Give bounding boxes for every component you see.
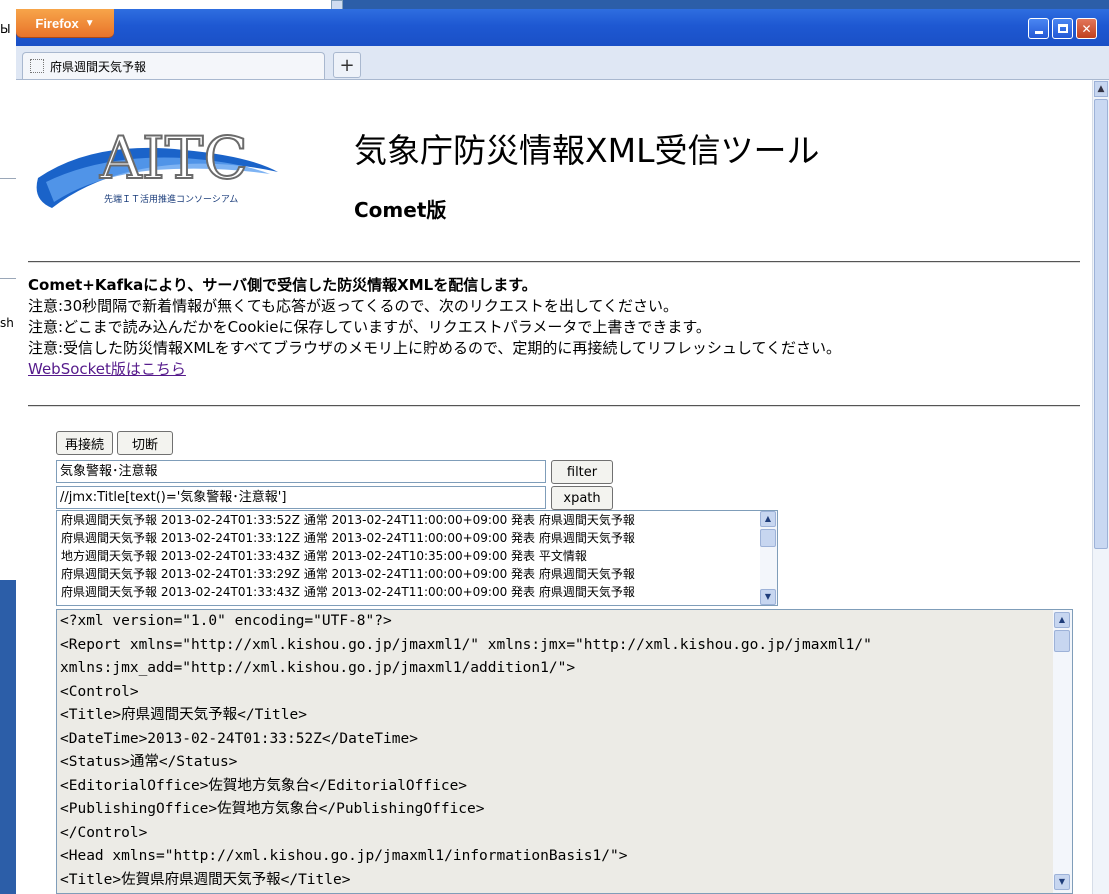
minimize-icon — [1034, 31, 1043, 34]
maximize-icon — [1057, 24, 1068, 33]
divider — [28, 261, 1080, 263]
note-line: 注意:受信した防災情報XMLをすべてブラウザのメモリ上に貯めるので、定期的に再接… — [28, 339, 842, 357]
firefox-window: Firefox ▼ ✕ 府県週間天気予報 + AITC 先端ＩＴ活用推進コンソー… — [16, 9, 1109, 894]
tab-current[interactable]: 府県週間天気予報 — [22, 52, 325, 79]
xml-viewer[interactable]: <?xml version="1.0" encoding="UTF-8"?> <… — [56, 609, 1073, 894]
firefox-button-label: Firefox — [35, 15, 79, 31]
page-scrollbar[interactable]: ▲ — [1092, 80, 1109, 894]
background-text-fragment: Ы — [0, 22, 11, 36]
note-line: 注意:30秒間隔で新着情報が無くても応答が返ってくるので、次のリクエストを出して… — [28, 297, 678, 315]
xml-line: <Report xmlns="http://xml.kishou.go.jp/j… — [60, 636, 872, 653]
background-text-fragment: sh — [0, 316, 14, 330]
list-item[interactable]: 府県週間天気予報 2013-02-24T01:33:43Z 通常 2013-02… — [57, 583, 777, 601]
logo-subtext: 先端ＩＴ活用推進コンソーシアム — [104, 193, 238, 205]
firefox-menu-button[interactable]: Firefox ▼ — [16, 9, 114, 37]
xpath-button[interactable]: xpath — [551, 486, 613, 510]
tab-bar: 府県週間天気予報 + — [16, 46, 1109, 80]
list-scrollbar[interactable]: ▲ ▼ — [760, 511, 777, 605]
divider — [28, 405, 1080, 407]
xml-line: <Title>府県週間天気予報</Title> — [60, 707, 307, 723]
scroll-up-icon[interactable]: ▲ — [1094, 81, 1108, 97]
scroll-up-icon[interactable]: ▲ — [1054, 612, 1070, 628]
filter-input[interactable]: 気象警報･注意報 — [56, 460, 546, 483]
aitc-logo: AITC 先端ＩＴ活用推進コンソーシアム — [36, 123, 278, 208]
note-line: 注意:どこまで読み込んだかをCookieに保存していますが、リクエストパラメータ… — [28, 318, 711, 336]
scroll-thumb[interactable] — [760, 529, 776, 547]
list-item[interactable]: 府県週間天気予報 2013-02-24T01:33:12Z 通常 2013-02… — [57, 529, 777, 547]
scroll-thumb[interactable] — [1094, 99, 1108, 549]
xml-line: <DateTime>2013-02-24T01:33:52Z</DateTime… — [60, 730, 418, 747]
list-item[interactable]: 地方週間天気予報 2013-02-24T01:33:43Z 通常 2013-02… — [57, 547, 777, 565]
xml-line: <?xml version="1.0" encoding="UTF-8"?> — [60, 613, 392, 629]
message-list[interactable]: 府県週間天気予報 2013-02-24T01:33:52Z 通常 2013-02… — [56, 510, 778, 606]
xml-line: <Control> — [60, 683, 139, 700]
xml-line: <Title>佐賀県府県週間天気予報</Title> — [60, 871, 351, 888]
scroll-up-icon[interactable]: ▲ — [760, 511, 776, 527]
reconnect-button[interactable]: 再接続 — [56, 431, 113, 455]
plus-icon: + — [339, 54, 355, 76]
disconnect-button[interactable]: 切断 — [117, 431, 173, 455]
new-tab-button[interactable]: + — [333, 52, 361, 78]
scroll-thumb[interactable] — [1054, 630, 1070, 652]
xml-line: <Head xmlns="http://xml.kishou.go.jp/jma… — [60, 848, 628, 864]
list-item[interactable]: 府県週間天気予報 2013-02-24T01:33:52Z 通常 2013-02… — [57, 511, 777, 529]
logo-text: AITC — [99, 124, 248, 192]
close-button[interactable]: ✕ — [1076, 18, 1097, 39]
xml-line: </Control> — [60, 824, 148, 841]
xml-line: <EditorialOffice>佐賀地方気象台</EditorialOffic… — [60, 777, 468, 794]
page-favicon-icon — [30, 59, 44, 73]
page-subtitle: Comet版 — [354, 198, 447, 222]
dropdown-arrow-icon: ▼ — [84, 17, 95, 29]
list-item[interactable]: 府県週間天気予報 2013-02-24T01:33:29Z 通常 2013-02… — [57, 565, 777, 583]
scroll-down-icon[interactable]: ▼ — [1054, 874, 1070, 890]
xml-scrollbar[interactable]: ▲ ▼ — [1053, 610, 1072, 893]
title-bar: Firefox ▼ ✕ — [16, 9, 1109, 46]
scroll-down-icon[interactable]: ▼ — [760, 589, 776, 605]
xml-line: xmlns:jmx_add="http://xml.kishou.go.jp/j… — [60, 660, 576, 676]
page-title: 気象庁防災情報XML受信ツール — [354, 131, 820, 170]
intro-lead: Comet+Kafkaにより、サーバ側で受信した防災情報XMLを配信します。 — [28, 276, 537, 294]
filter-button[interactable]: filter — [551, 460, 613, 484]
websocket-version-link[interactable]: WebSocket版はこちら — [28, 360, 186, 378]
minimize-button[interactable] — [1028, 18, 1049, 39]
page-content: AITC 先端ＩＴ活用推進コンソーシアム 気象庁防災情報XML受信ツール Com… — [16, 80, 1092, 894]
intro-section: Comet+Kafkaにより、サーバ側で受信した防災情報XMLを配信します。 注… — [28, 275, 841, 380]
xml-line: <Status>通常</Status> — [60, 754, 238, 770]
xml-line: <PublishingOffice>佐賀地方気象台</PublishingOff… — [60, 801, 485, 817]
xpath-input[interactable]: //jmx:Title[text()='気象警報･注意報'] — [56, 486, 546, 509]
close-icon: ✕ — [1081, 21, 1092, 36]
maximize-button[interactable] — [1052, 18, 1073, 39]
tab-title: 府県週間天気予報 — [50, 59, 147, 74]
